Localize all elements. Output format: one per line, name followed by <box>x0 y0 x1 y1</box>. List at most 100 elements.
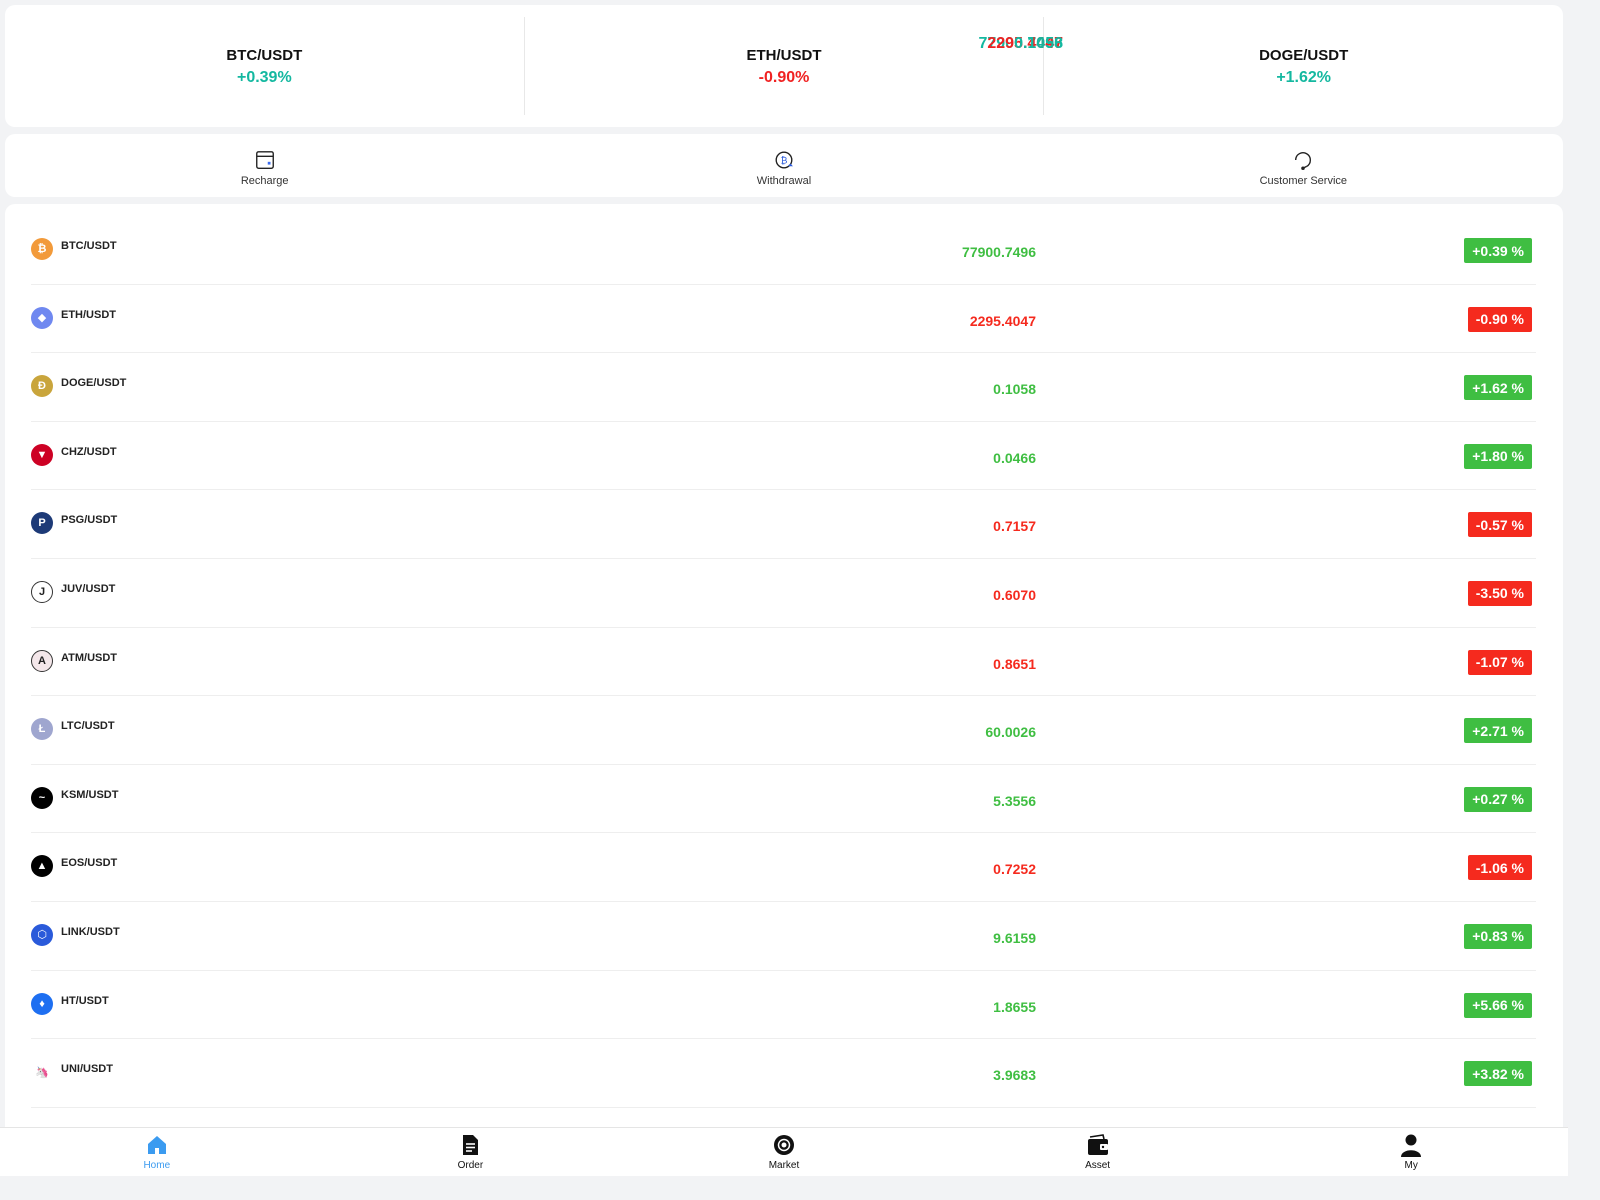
eth-icon: ◆ <box>31 306 53 329</box>
change-badge: +0.27 % <box>1464 786 1532 812</box>
pair-price: 0.7157 <box>993 518 1036 535</box>
link-icon: ⬡ <box>31 923 53 946</box>
pair-name: PSG/USDT <box>61 514 118 527</box>
pair-name: JUV/USDT <box>61 582 116 595</box>
market-row[interactable]: 🦄 UNI/USDT 3.9683 +3.82 % <box>31 1039 1536 1108</box>
pair-price: 2295.4047 <box>969 312 1036 329</box>
withdrawal-icon: ₿ <box>775 151 793 168</box>
pair-name: UNI/USDT <box>61 1063 113 1076</box>
pair-name: EOS/USDT <box>61 857 118 870</box>
market-row[interactable]: ▼ CHZ/USDT 0.0466 +1.80 % <box>31 422 1536 491</box>
pair-name: HT/USDT <box>61 994 109 1007</box>
tab-label: Asset <box>1085 1160 1111 1171</box>
wallet-icon <box>1087 1134 1108 1155</box>
change-badge: -0.57 % <box>1467 512 1532 538</box>
psg-icon: P <box>31 512 53 535</box>
ticker-btc[interactable]: BTC/USDT 77900.7496 +0.39% <box>5 17 1063 115</box>
market-row[interactable]: ~ KSM/USDT 5.3556 +0.27 % <box>31 765 1536 834</box>
tab-label: My <box>1404 1160 1418 1171</box>
pair-price: 60.0026 <box>985 724 1036 741</box>
ticker-panel: BTC/USDT 77900.7496 +0.39% ETH/USDT 2295… <box>5 5 1563 127</box>
pair-price: 1.8655 <box>993 998 1036 1015</box>
market-row[interactable]: A ATM/USDT 0.8651 -1.07 % <box>31 628 1536 697</box>
recharge-button[interactable]: Recharge <box>5 134 524 197</box>
change-badge: +3.82 % <box>1464 1061 1532 1087</box>
ticker-symbol: ETH/USDT <box>746 47 822 64</box>
ticker-eth[interactable]: ETH/USDT 2295.4047 -0.90% <box>525 17 1063 115</box>
juv-icon: J <box>31 580 53 603</box>
customer-service-label: Customer Service <box>1259 174 1348 187</box>
change-badge: +1.62 % <box>1464 375 1532 401</box>
pair-price: 0.0466 <box>993 449 1036 466</box>
atm-icon: A <box>31 649 53 672</box>
market-row[interactable]: P PSG/USDT 0.7157 -0.57 % <box>31 490 1536 559</box>
ksm-icon: ~ <box>31 786 53 809</box>
change-badge: +0.83 % <box>1464 923 1532 949</box>
tab-label: Order <box>457 1160 484 1171</box>
change-badge: -3.50 % <box>1467 580 1532 606</box>
pair-name: LTC/USDT <box>61 720 115 733</box>
recharge-label: Recharge <box>240 174 289 187</box>
order-icon <box>463 1135 479 1155</box>
chz-icon: ▼ <box>31 443 53 466</box>
market-row[interactable]: J JUV/USDT 0.6070 -3.50 % <box>31 559 1536 628</box>
tab-order[interactable]: Order <box>314 1128 628 1176</box>
ticker-symbol: DOGE/USDT <box>1259 47 1349 64</box>
market-row[interactable]: ♦ HT/USDT 1.8655 +5.66 % <box>31 971 1536 1040</box>
pair-name: KSM/USDT <box>61 788 119 801</box>
pair-name: LINK/USDT <box>61 925 120 938</box>
pair-price: 9.6159 <box>993 929 1036 946</box>
pair-name: CHZ/USDT <box>61 445 117 458</box>
ticker-change: -0.90% <box>758 69 810 86</box>
change-badge: +0.39 % <box>1464 238 1532 263</box>
tab-label: Market <box>768 1160 800 1171</box>
change-badge: +2.71 % <box>1464 718 1532 744</box>
pair-price: 0.8651 <box>993 655 1036 672</box>
headset-icon <box>1295 151 1312 170</box>
market-row[interactable]: ▲ EOS/USDT 0.7252 -1.06 % <box>31 833 1536 902</box>
pair-name: DOGE/USDT <box>61 377 127 390</box>
market-row[interactable]: ◆ ETH/USDT 2295.4047 -0.90 % <box>31 285 1536 354</box>
recharge-icon <box>255 150 274 169</box>
market-row[interactable]: Ð DOGE/USDT 0.1058 +1.62 % <box>31 353 1536 422</box>
pair-name: ATM/USDT <box>61 651 118 664</box>
pair-name: BTC/USDT <box>61 240 117 252</box>
ticker-price: 0.1058 <box>1014 35 1063 52</box>
ht-icon: ♦ <box>31 992 53 1015</box>
tab-my[interactable]: My <box>1254 1128 1568 1176</box>
pair-name: ETH/USDT <box>61 308 116 321</box>
change-badge: -1.06 % <box>1467 855 1532 881</box>
market-row[interactable]: ₿ BTC/USDT 77900.7496 +0.39 % <box>31 216 1536 285</box>
market-list: ₿ BTC/USDT 77900.7496 +0.39 % ◆ ETH/USDT 2295.… <box>5 204 1563 1134</box>
withdrawal-label: Withdrawal <box>756 174 812 187</box>
pair-price: 77900.7496 <box>962 244 1036 260</box>
tab-label: Home <box>143 1160 171 1171</box>
pair-price: 0.7252 <box>993 861 1036 878</box>
tab-asset[interactable]: Asset <box>941 1128 1255 1176</box>
btc-icon: ₿ <box>31 238 53 260</box>
user-icon <box>1401 1134 1422 1157</box>
pair-price: 0.1058 <box>993 381 1036 398</box>
pair-price: 3.9683 <box>993 1067 1036 1084</box>
withdrawal-button[interactable]: ₿ Withdrawal <box>524 134 1043 197</box>
pair-price: 5.3556 <box>993 792 1036 809</box>
market-row[interactable]: Ł LTC/USDT 60.0026 +2.71 % <box>31 696 1536 765</box>
market-row[interactable]: ⬡ LINK/USDT 9.6159 +0.83 % <box>31 902 1536 971</box>
actions-panel: Recharge ₿ Withdrawal Customer Service <box>5 134 1563 197</box>
ltc-icon: Ł <box>31 718 53 741</box>
ticker-doge[interactable]: DOGE/USDT 0.1058 +1.62% <box>1014 17 1563 115</box>
eos-icon: ▲ <box>31 855 53 878</box>
bottom-tab-bar: Home Order Market Asset My <box>0 1127 1568 1176</box>
svg-text:₿: ₿ <box>781 155 788 166</box>
change-badge: -0.90 % <box>1467 306 1532 332</box>
change-badge: -1.07 % <box>1467 649 1532 675</box>
ticker-change: +0.39% <box>236 69 292 86</box>
pair-price: 0.6070 <box>993 586 1036 603</box>
change-badge: +5.66 % <box>1464 992 1532 1018</box>
doge-icon: Ð <box>31 375 53 398</box>
ticker-symbol: BTC/USDT <box>226 47 303 64</box>
customer-service-button[interactable]: Customer Service <box>1044 134 1563 197</box>
tab-market[interactable]: Market <box>627 1128 941 1176</box>
tab-home[interactable]: Home <box>0 1128 314 1176</box>
ticker-change: +1.62% <box>1276 69 1332 86</box>
